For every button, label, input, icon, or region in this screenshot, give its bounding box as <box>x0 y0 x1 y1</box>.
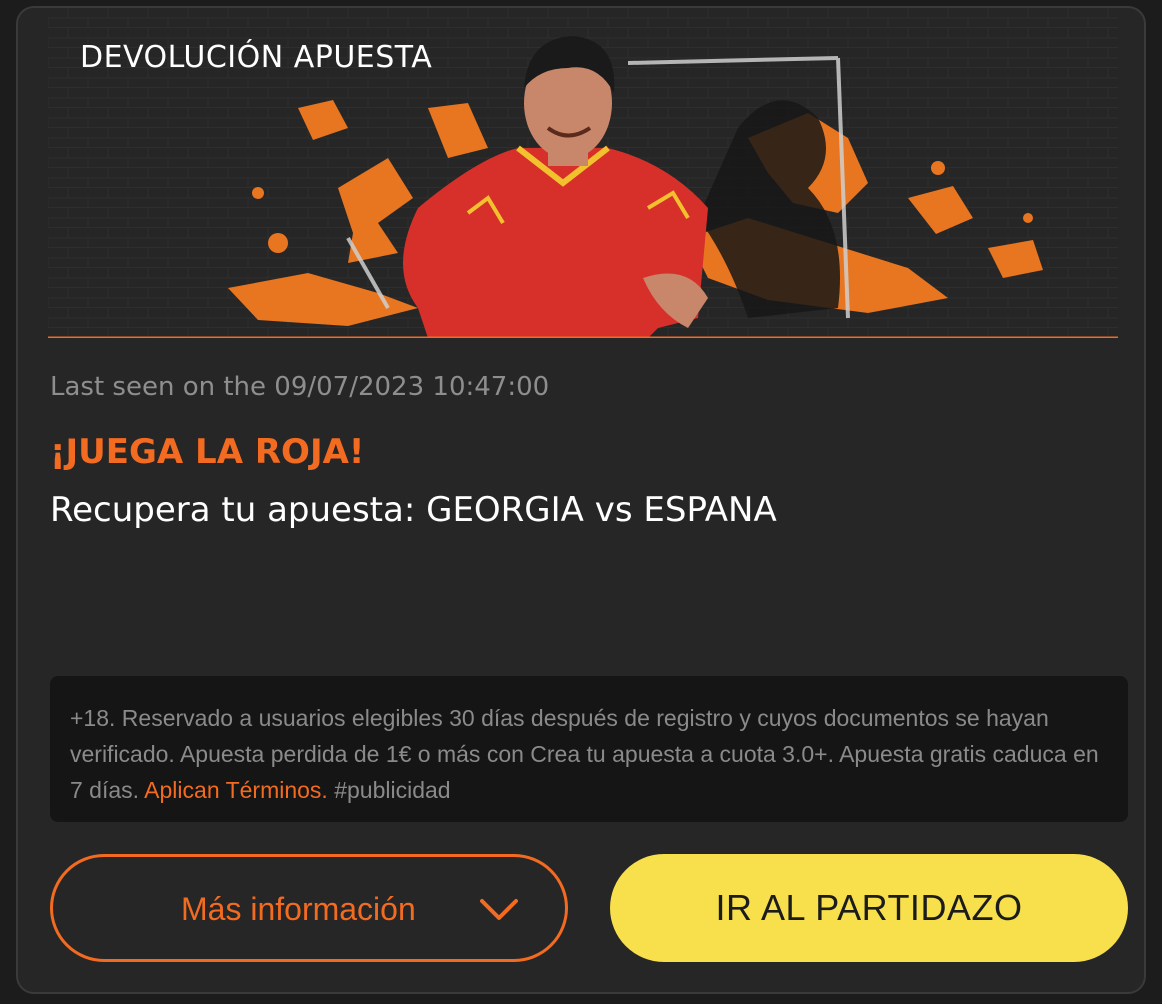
promo-type-label: DEVOLUCIÓN APUESTA <box>80 40 433 75</box>
promo-subheadline: Recupera tu apuesta: GEORGIA vs ESPANA <box>50 490 777 530</box>
promo-headline: ¡JUEGA LA ROJA! <box>50 432 365 472</box>
more-info-button[interactable]: Más información <box>50 854 568 962</box>
go-to-match-button[interactable]: IR AL PARTIDAZO <box>610 854 1128 962</box>
promo-card: DEVOLUCIÓN APUESTA Last seen on the 09/0… <box>16 6 1146 994</box>
more-info-label: Más información <box>181 891 416 927</box>
cta-label: IR AL PARTIDAZO <box>715 887 1023 928</box>
terms-disclaimer: +18. Reservado a usuarios elegibles 30 d… <box>50 676 1128 822</box>
terms-hashtag: #publicidad <box>334 777 451 803</box>
terms-link[interactable]: Aplican Términos. <box>144 777 328 803</box>
chevron-down-icon <box>480 899 518 920</box>
last-seen-timestamp: Last seen on the 09/07/2023 10:47:00 <box>50 372 550 402</box>
